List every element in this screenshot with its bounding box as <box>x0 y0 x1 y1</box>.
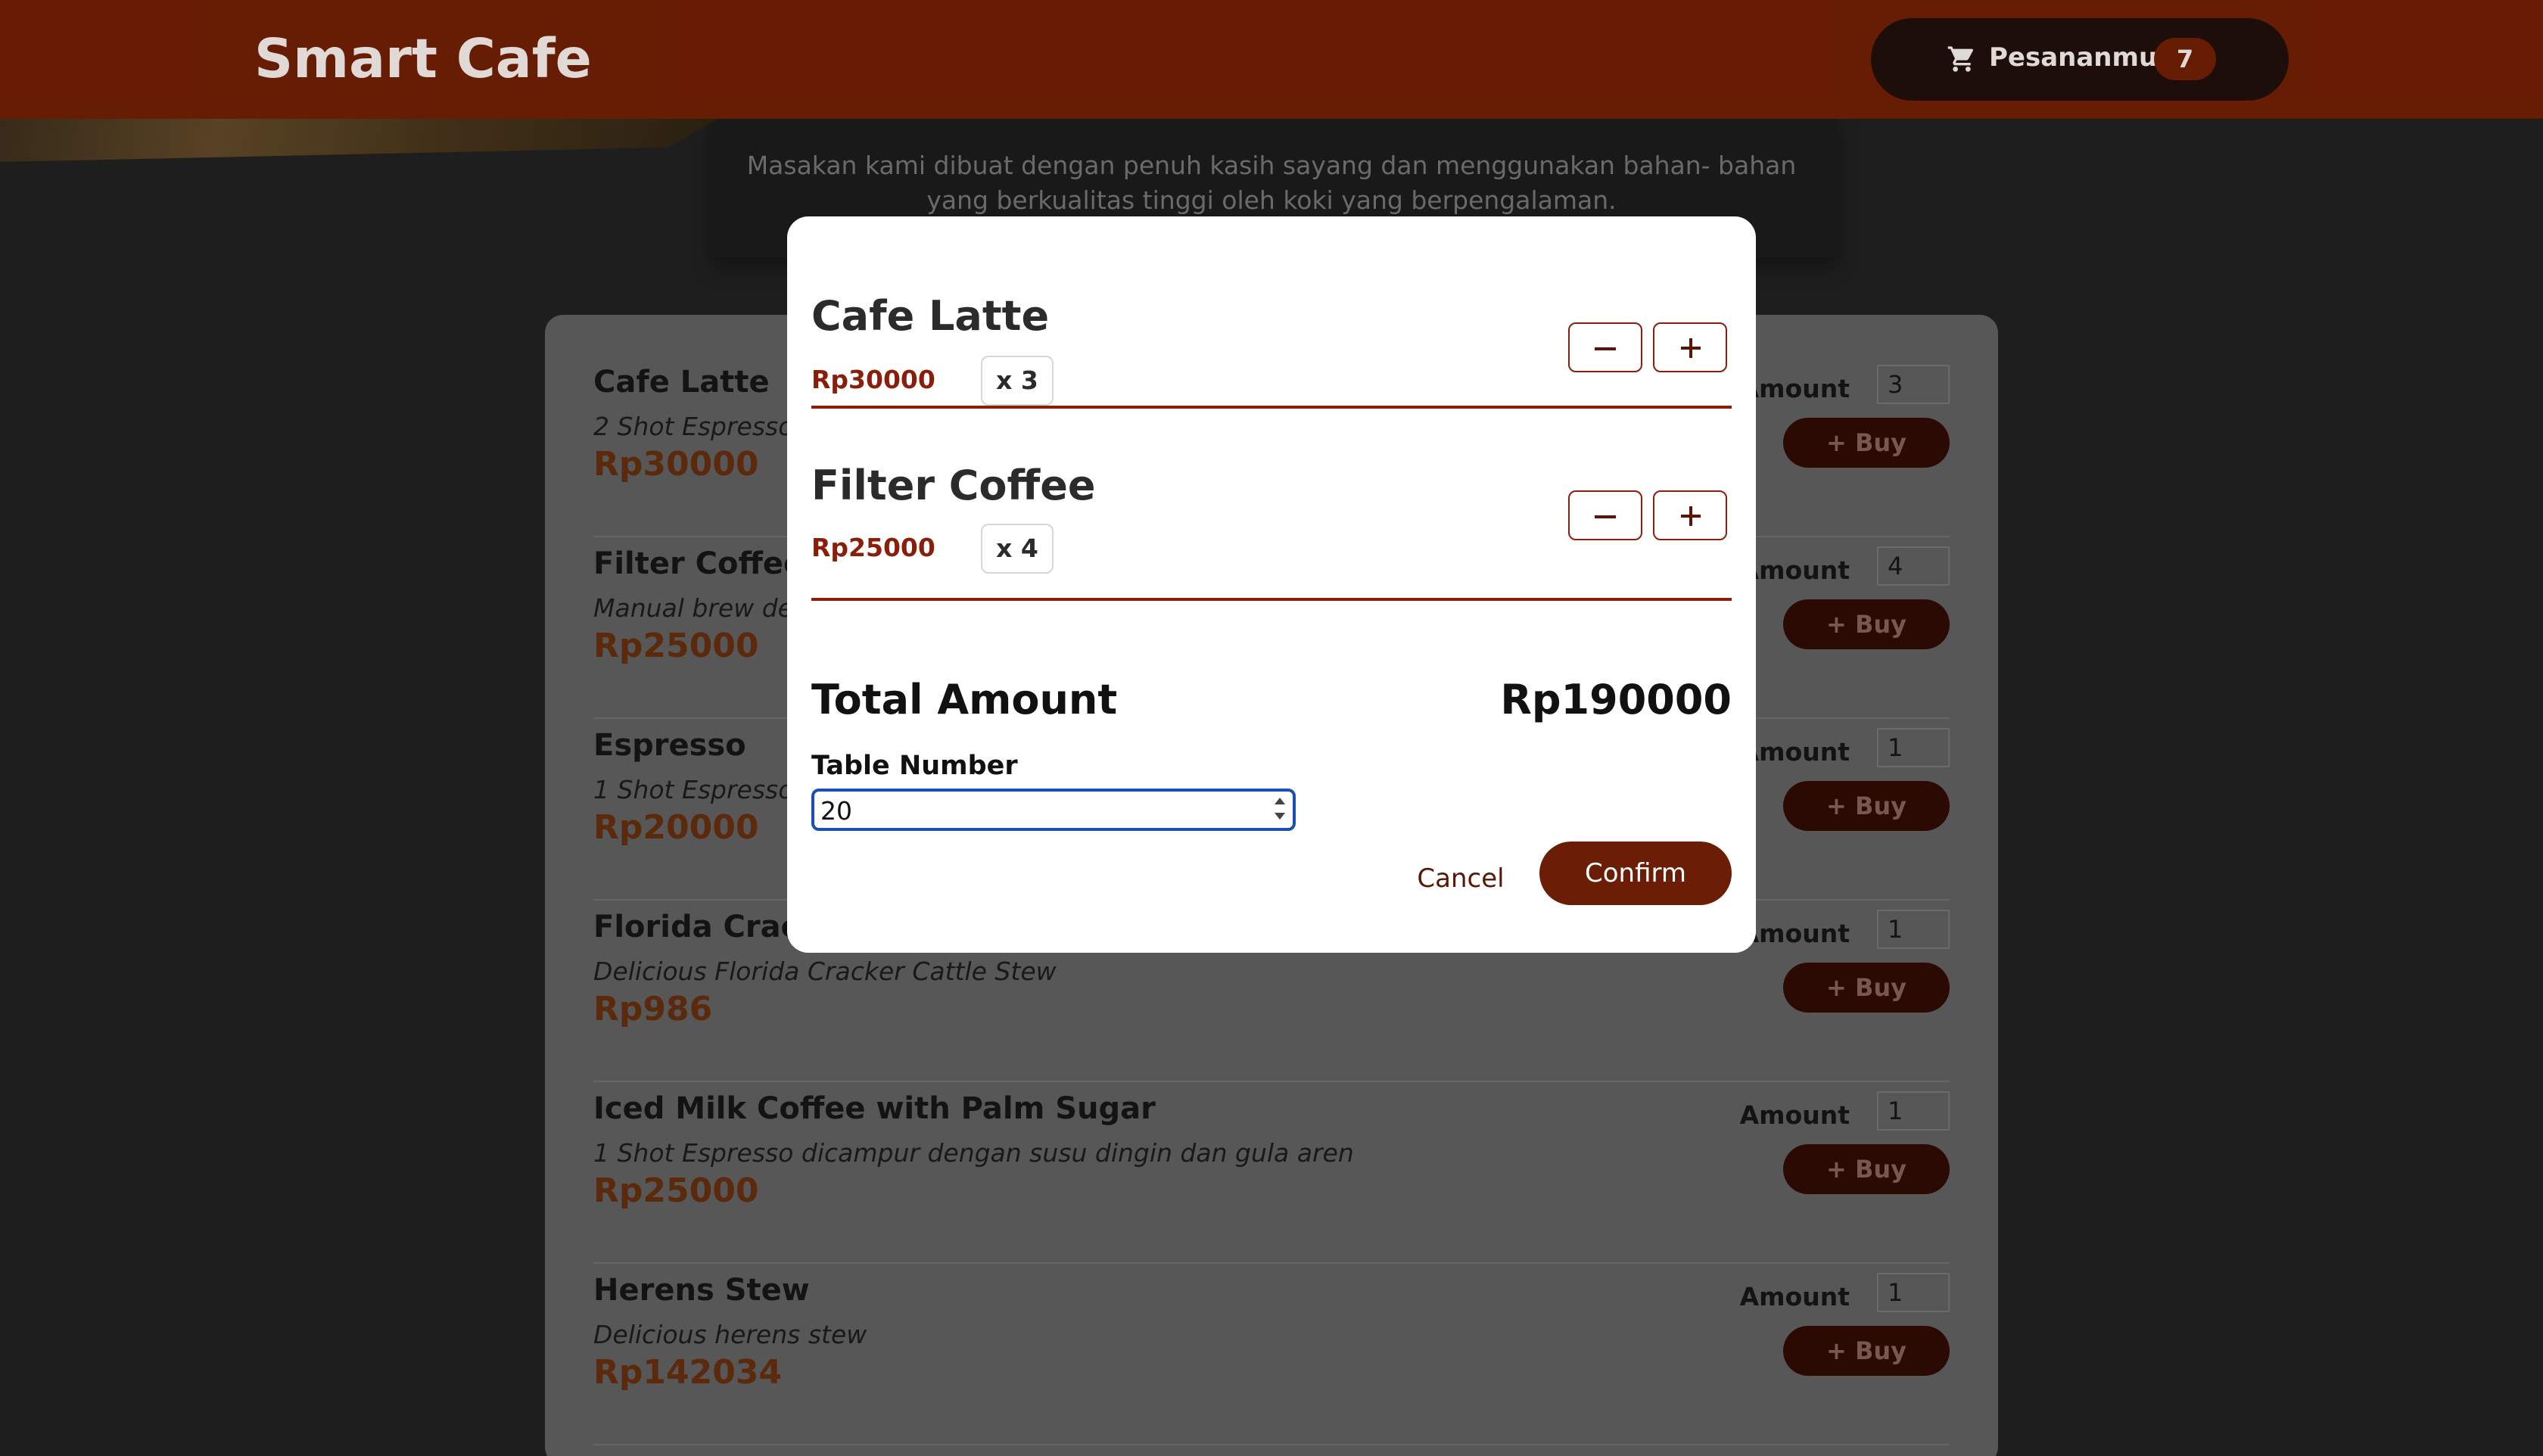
cart-item-row: Filter Coffee Rp25000 x 4 <box>811 409 1732 601</box>
cart-item-price: Rp30000 <box>811 365 935 394</box>
increase-quantity-button[interactable] <box>1653 322 1727 372</box>
cart-item-quantity: x 4 <box>981 524 1054 574</box>
minus-icon <box>1595 515 1616 518</box>
total-amount-value: Rp190000 <box>1500 676 1732 723</box>
table-number-label: Table Number <box>811 751 1018 781</box>
spinner-up-icon[interactable] <box>1275 798 1285 804</box>
plus-icon <box>1689 338 1692 358</box>
number-spinner[interactable] <box>1272 795 1288 825</box>
cart-item-price: Rp25000 <box>811 533 935 562</box>
order-modal: Cafe Latte Rp30000 x 3 Filter Coffee Rp2… <box>787 216 1756 953</box>
table-number-input[interactable]: 20 <box>811 789 1296 831</box>
cart-item-row: Cafe Latte Rp30000 x 3 <box>811 216 1732 409</box>
cart-item-name: Filter Coffee <box>811 462 1096 509</box>
table-number-value: 20 <box>820 796 852 826</box>
cart-item-quantity: x 3 <box>981 356 1054 406</box>
increase-quantity-button[interactable] <box>1653 490 1727 540</box>
decrease-quantity-button[interactable] <box>1568 322 1642 372</box>
cancel-button[interactable]: Cancel <box>1385 852 1536 905</box>
cart-item-name: Cafe Latte <box>811 292 1050 340</box>
total-amount-label: Total Amount <box>811 676 1118 723</box>
plus-icon <box>1689 506 1692 526</box>
confirm-button[interactable]: Confirm <box>1539 842 1732 905</box>
decrease-quantity-button[interactable] <box>1568 490 1642 540</box>
spinner-down-icon[interactable] <box>1275 813 1285 820</box>
minus-icon <box>1595 347 1616 350</box>
